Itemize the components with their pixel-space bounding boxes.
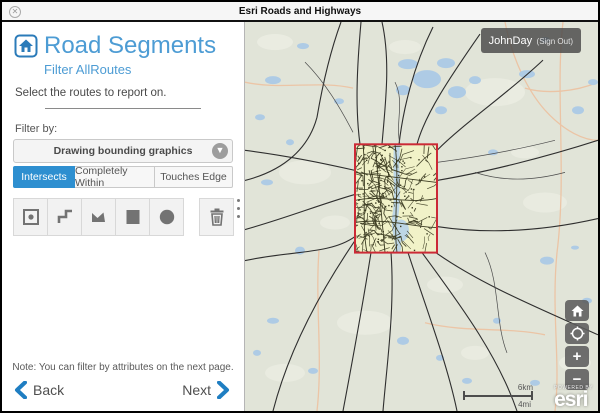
polygon-icon — [89, 207, 109, 227]
esri-brand-label: esri — [554, 391, 593, 409]
esri-logo: POWERED BY esri — [554, 385, 593, 409]
chevron-down-icon: ▼ — [212, 143, 228, 159]
trash-icon — [207, 207, 227, 227]
panel-drag-handle[interactable] — [237, 196, 240, 220]
chevron-left-icon — [14, 381, 27, 399]
next-label: Next — [182, 382, 211, 398]
point-icon — [21, 207, 41, 227]
page-title: Road Segments — [44, 32, 216, 60]
page-subtitle: Filter AllRoutes — [44, 62, 244, 77]
polygon-tool-button[interactable] — [81, 198, 116, 236]
wizard-panel: Road Segments Filter AllRoutes Select th… — [2, 22, 245, 411]
user-name: JohnDay — [489, 35, 532, 47]
scale-mi-label: 4mi — [518, 400, 531, 409]
sign-out-label: (Sign Out) — [537, 37, 573, 46]
app-window: ✕ Esri Roads and Highways Road Segments … — [0, 0, 600, 413]
tab-completely-within[interactable]: Completely Within — [75, 166, 155, 188]
dropdown-value: Drawing bounding graphics — [54, 145, 193, 157]
window-title: Esri Roads and Highways — [239, 6, 361, 17]
instruction-text: Select the routes to report on. — [15, 87, 244, 99]
divider — [45, 108, 201, 109]
map-canvas[interactable]: JohnDay (Sign Out) — [245, 22, 598, 411]
filter-method-dropdown[interactable]: Drawing bounding graphics ▼ — [13, 139, 233, 163]
rectangle-tool-button[interactable] — [115, 198, 150, 236]
tab-touches-edge[interactable]: Touches Edge — [155, 166, 233, 188]
next-button[interactable]: Next — [182, 381, 230, 399]
draw-toolbar — [13, 198, 233, 236]
basemap — [245, 22, 598, 411]
circle-icon — [157, 207, 177, 227]
home-icon — [571, 305, 584, 317]
note-text: Note: You can filter by attributes on th… — [2, 362, 244, 373]
trash-tool-button[interactable] — [199, 198, 234, 236]
map-controls: + − — [565, 300, 589, 392]
point-tool-button[interactable] — [13, 198, 48, 236]
user-signout-button[interactable]: JohnDay (Sign Out) — [481, 28, 581, 53]
spatial-filter-tabs: Intersects Completely Within Touches Edg… — [13, 166, 233, 188]
polyline-icon — [55, 207, 75, 227]
home-icon — [14, 34, 38, 58]
filter-by-label: Filter by: — [15, 123, 244, 135]
back-label: Back — [33, 382, 64, 398]
close-icon[interactable]: ✕ — [9, 6, 21, 18]
map-locate-button[interactable] — [565, 323, 589, 344]
rectangle-icon — [123, 207, 143, 227]
chevron-right-icon — [217, 381, 230, 399]
polyline-tool-button[interactable] — [47, 198, 82, 236]
scale-bar: 6km 4mi — [463, 383, 533, 409]
tab-intersects[interactable]: Intersects — [13, 166, 75, 188]
zoom-in-button[interactable]: + — [565, 346, 589, 367]
back-button[interactable]: Back — [14, 381, 64, 399]
circle-tool-button[interactable] — [149, 198, 184, 236]
wizard-footer: Back Next — [2, 381, 244, 411]
map-home-button[interactable] — [565, 300, 589, 321]
locate-icon — [570, 326, 585, 341]
title-bar: ✕ Esri Roads and Highways — [2, 2, 598, 22]
